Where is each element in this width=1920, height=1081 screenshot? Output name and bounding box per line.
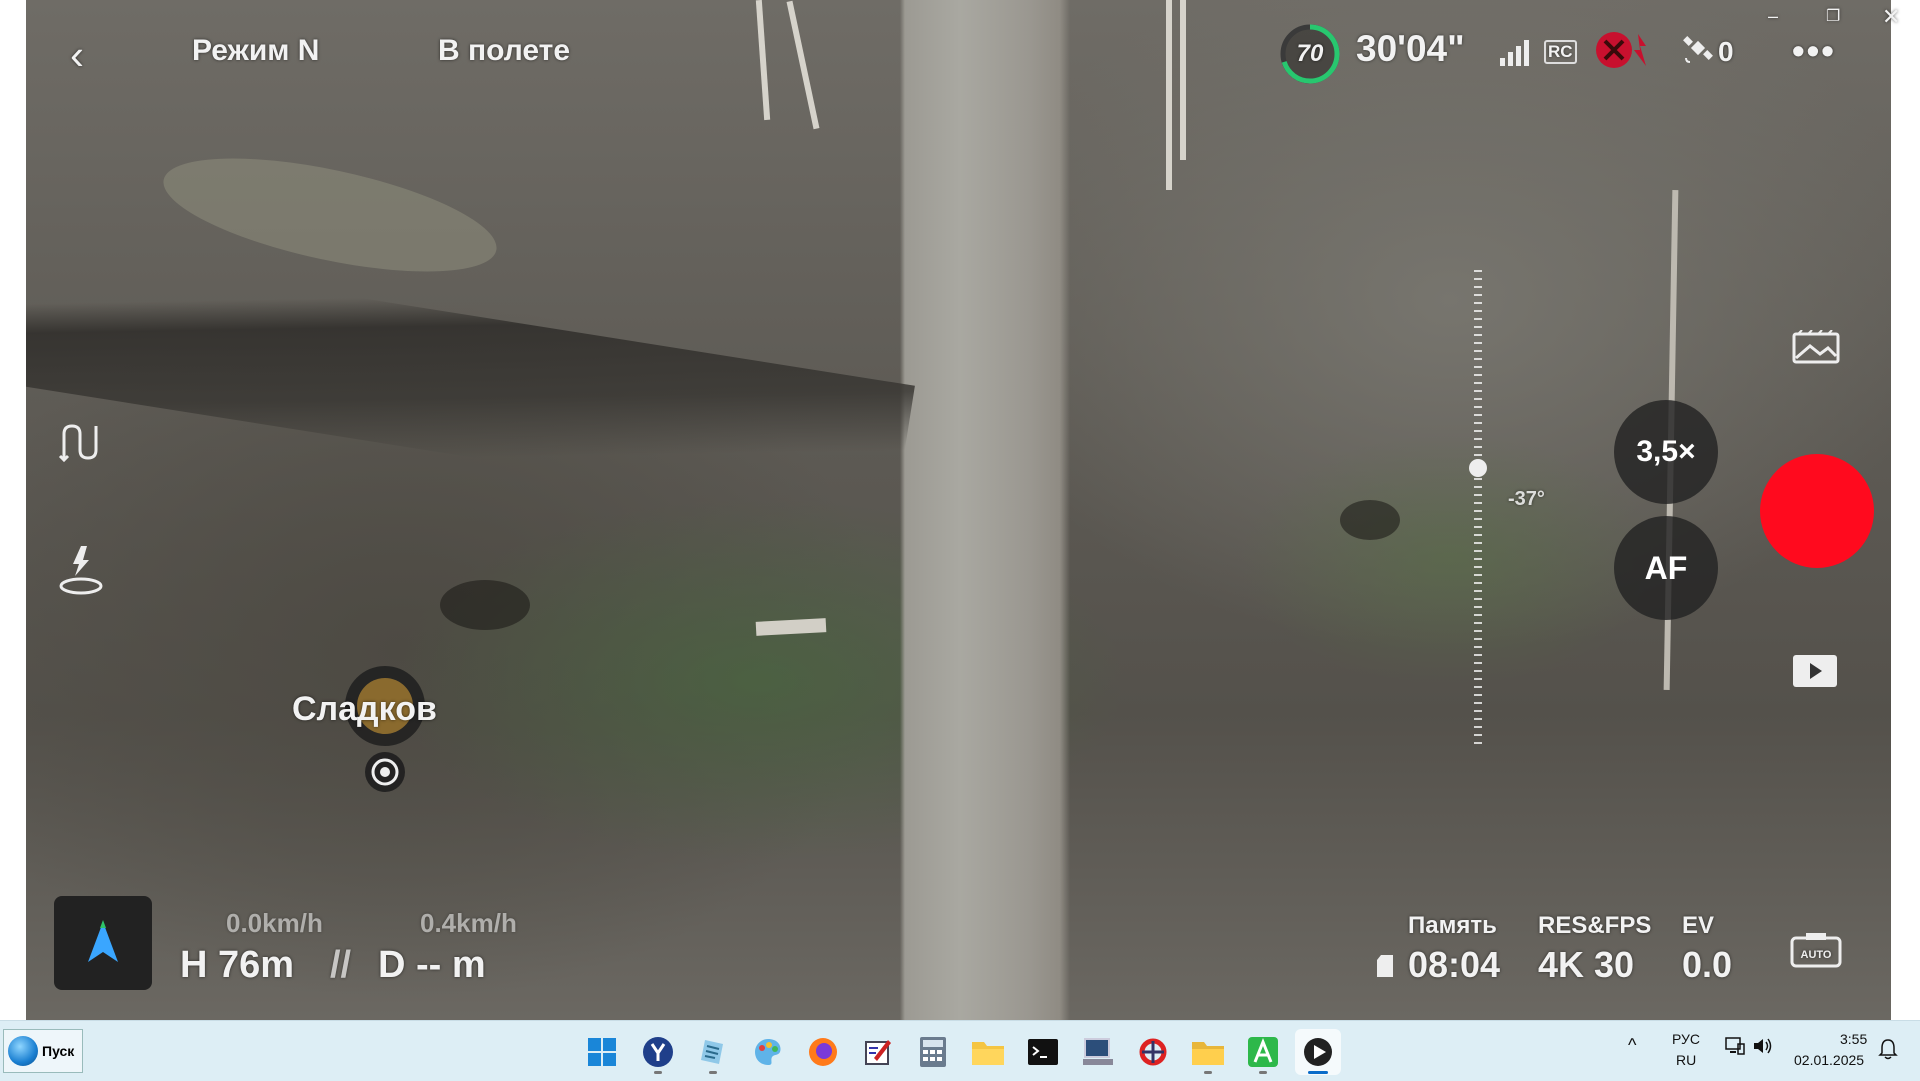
taskbar-remote-desktop[interactable] [1075,1029,1121,1075]
taskbar-editor[interactable] [855,1029,901,1075]
autofocus-button[interactable]: AF [1614,516,1718,620]
volume-icon[interactable] [1752,1036,1774,1059]
record-button[interactable] [1760,454,1874,568]
minimap[interactable] [54,896,152,990]
folder-icon [1192,1042,1224,1065]
battery-percent: 70 [1296,40,1324,67]
obstacle-alert-icon[interactable] [1594,30,1658,75]
tray-overflow-chevron-icon[interactable]: ^ [1628,1035,1636,1056]
flight-status: В полете [438,34,571,67]
taskbar-network-tool[interactable] [1130,1029,1176,1075]
satellite-count: 0 [1718,36,1734,67]
gimbal-pitch-slider[interactable] [1469,459,1487,477]
firefox-icon [809,1038,837,1066]
folder-icon [972,1042,1004,1065]
battery-indicator[interactable]: 70 [1278,22,1342,86]
playback-icon[interactable] [1792,654,1838,693]
gimbal-angle: -37° [1508,488,1545,510]
back-button[interactable]: ‹ [70,30,110,80]
language-region[interactable]: RU [1676,1052,1696,1068]
windows-logo-icon [588,1038,616,1066]
precision-landing-icon[interactable] [56,544,106,601]
yandex-icon [643,1037,673,1067]
signal-strength-icon [1500,36,1536,71]
clock-date[interactable]: 02.01.2025 [1794,1052,1864,1068]
start-label: Пуск [42,1043,75,1059]
computer-icon [1083,1038,1113,1065]
altitude-readout: H 76m [180,944,295,986]
sd-card-icon [1376,954,1394,978]
camera-settings-icon[interactable]: AUTO [1790,932,1842,973]
svg-text:AUTO: AUTO [1801,949,1832,961]
more-menu-button[interactable]: ••• [1792,30,1836,72]
network-status-icon[interactable] [1724,1036,1746,1059]
aircraft-direction-icon [88,920,118,962]
taskbar-terminal[interactable] [1020,1029,1066,1075]
notification-bell-icon[interactable] [1878,1038,1898,1063]
notepad-icon [701,1040,723,1064]
taskbar-paint[interactable] [745,1029,791,1075]
vertical-speed: 0.4km/h [420,908,517,938]
taskbar-notes[interactable] [690,1029,736,1075]
flight-mode-label: Режим N [192,34,320,67]
green-a-icon [1248,1037,1278,1067]
ev-value: 0.0 [1682,944,1733,985]
taskbar-explorer[interactable] [965,1029,1011,1075]
window-close-button[interactable]: ✕ [1882,4,1900,30]
rc-signal-label: RC [1544,40,1577,64]
memory-value: 08:04 [1408,944,1501,985]
distance-readout: D -- m [378,944,486,986]
gimbal-pitch-scale [1474,270,1482,750]
taskbar-explorer-2[interactable] [1185,1029,1231,1075]
resfps-value: 4K 30 [1538,944,1635,985]
horizontal-speed: 0.0km/h [226,908,323,938]
drone-video-feed [0,0,1920,1020]
target-reticle-icon[interactable] [340,658,430,803]
window-restore-button[interactable]: ❐ [1826,6,1840,26]
satellite-icon [1682,32,1716,71]
target-label: Сладков [292,690,437,728]
memory-label: Память [1408,912,1497,939]
taskbar-firefox[interactable] [800,1029,846,1075]
pen-document-icon [865,1040,891,1065]
language-indicator[interactable]: РУС [1672,1031,1700,1047]
telemetry-separator: // [330,944,352,986]
waypoint-route-icon[interactable] [58,420,102,469]
calculator-icon [920,1037,946,1067]
start-button[interactable]: Пуск [3,1029,83,1073]
paint-icon [755,1039,781,1065]
ev-label: EV [1682,912,1715,939]
flight-time: 30'04" [1356,28,1465,69]
terminal-icon [1028,1039,1058,1065]
clock-time[interactable]: 3:55 [1840,1031,1867,1047]
taskbar-yandex-browser[interactable] [635,1029,681,1075]
taskbar-windows-start[interactable] [579,1029,625,1075]
play-icon [1304,1038,1332,1066]
window-minimize-button[interactable]: – [1768,6,1778,27]
globe-icon [8,1036,38,1066]
resfps-label: RES&FPS [1538,912,1652,939]
network-icon [1139,1038,1167,1066]
gallery-icon[interactable] [1792,329,1840,371]
taskbar-media-player[interactable] [1295,1029,1341,1075]
zoom-button[interactable]: 3,5× [1614,400,1718,504]
taskbar-app-a[interactable] [1240,1029,1286,1075]
taskbar: Пуск ^ [0,1020,1920,1081]
taskbar-calculator[interactable] [910,1029,956,1075]
